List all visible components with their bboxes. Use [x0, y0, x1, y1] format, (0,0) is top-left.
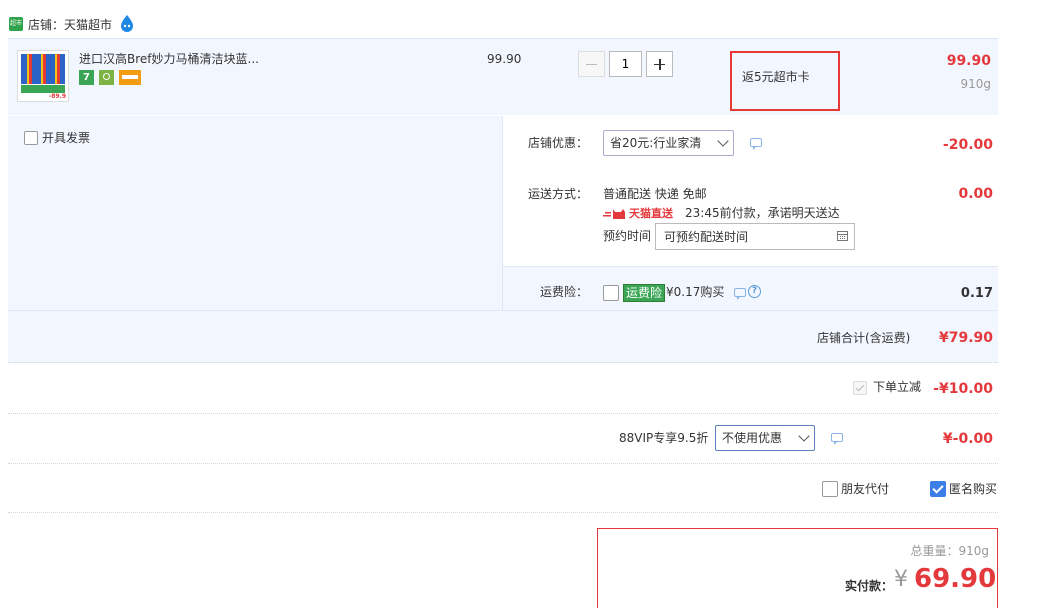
instant-discount-label: 下单立减 [873, 380, 922, 394]
instant-discount-checkbox[interactable] [853, 381, 867, 395]
discount-selected-value: 省20元:行业家清 [610, 136, 702, 150]
unit-price: 99.90 [487, 52, 522, 66]
shop-name-link[interactable]: 店铺：天猫超市 [28, 17, 112, 33]
store-total-amount: ¥79.90 [938, 330, 993, 346]
divider [8, 463, 998, 464]
insurance-price: ¥0.17购买 [666, 285, 725, 299]
insurance-label: 运费险： [540, 285, 589, 299]
vip-selected-value: 不使用优惠 [722, 431, 783, 445]
quantity-increase-button[interactable] [646, 51, 673, 77]
shop-logo-text: 超市 [9, 20, 22, 27]
friend-pay-checkbox[interactable] [822, 481, 838, 497]
vip-chat-icon[interactable] [831, 433, 843, 445]
discount-chat-icon[interactable] [750, 138, 762, 150]
divider [8, 512, 998, 513]
schedule-time-input[interactable]: 可预约配送时间 [655, 223, 855, 250]
anonymous-checkbox[interactable] [930, 481, 946, 497]
product-weight: 910g [960, 77, 991, 91]
wangwang-chat-icon[interactable] [119, 14, 135, 32]
vip-select[interactable]: 不使用优惠 [715, 425, 815, 451]
product-thumbnail[interactable]: -89.9 [17, 50, 69, 102]
discount-amount: -20.00 [942, 137, 993, 153]
calendar-icon[interactable] [837, 231, 848, 241]
quality-guarantee-icon[interactable] [99, 70, 114, 85]
pay-label: 实付款： [845, 579, 894, 593]
invoice-checkbox[interactable] [24, 131, 38, 145]
chevron-down-icon [798, 430, 810, 442]
tmall-cat-icon [603, 208, 627, 219]
delivery-brand: 天猫直送 [629, 207, 673, 220]
friend-pay-label: 朋友代付 [841, 482, 890, 496]
discount-select[interactable]: 省20元:行业家清 [603, 130, 734, 156]
insurance-chat-icon[interactable] [734, 288, 746, 300]
panel-divider-h [502, 266, 998, 267]
schedule-label: 预约时间 [603, 229, 652, 243]
delivery-label: 运送方式： [528, 187, 589, 201]
invoice-label: 开具发票 [42, 131, 91, 145]
invoice-panel [8, 116, 502, 310]
anonymous-label: 匿名购买 [949, 482, 998, 496]
promo-text: 返5元超市卡 [742, 70, 810, 84]
instant-discount-amount: -¥10.00 [933, 381, 993, 397]
quantity-input[interactable] [609, 51, 642, 77]
vip-label: 88VIP专享9.5折 [619, 431, 709, 445]
product-name-link[interactable]: 进口汉高Bref妙力马桶清洁块蓝... [79, 52, 259, 66]
seven-day-return-badge[interactable]: 7 [79, 70, 94, 85]
insurance-checkbox[interactable] [603, 285, 619, 301]
chevron-down-icon [717, 135, 729, 147]
divider [8, 413, 998, 414]
vip-amount: ¥-0.00 [942, 431, 993, 447]
insurance-badge: 运费险 [623, 284, 666, 302]
delivery-amount: 0.00 [958, 186, 993, 202]
delivery-promise: 23:45前付款，承诺明天送达 [685, 206, 840, 220]
store-total-label: 店铺合计(含运费) [817, 331, 911, 345]
delivery-method: 普通配送 快递 免邮 [603, 187, 707, 201]
insurance-amount: 0.17 [960, 286, 993, 301]
seven-day-badge-text: 7 [83, 72, 90, 83]
product-row [8, 38, 998, 115]
pay-currency: ¥ [894, 567, 908, 592]
discount-label: 店铺优惠： [528, 136, 589, 150]
card-payment-icon[interactable] [119, 70, 141, 85]
thumbnail-price: -89.9 [48, 93, 66, 100]
quantity-decrease-button[interactable] [578, 51, 605, 77]
panel-divider [502, 116, 503, 310]
help-question-icon[interactable]: ? [748, 285, 761, 298]
total-weight: 总重量：910g [910, 544, 989, 558]
shop-logo-icon: 超市 [9, 17, 23, 31]
help-question-mark: ? [751, 286, 758, 296]
pay-amount: 69.90 [914, 564, 997, 594]
product-total: 99.90 [946, 53, 991, 69]
schedule-time-placeholder: 可预约配送时间 [664, 230, 749, 244]
